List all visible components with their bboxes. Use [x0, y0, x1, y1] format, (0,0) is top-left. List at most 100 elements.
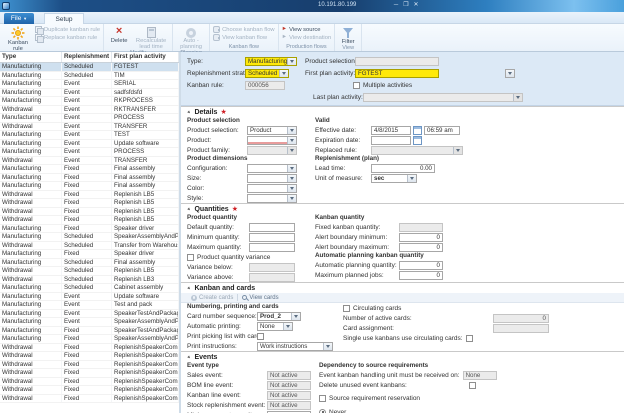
lead-time-input[interactable]: 0.00: [371, 164, 435, 173]
sales-event-value[interactable]: Not active: [267, 371, 311, 380]
first-plan-activity-combo[interactable]: FGTEST: [355, 69, 515, 78]
table-row[interactable]: Manufacturing Event Update software: [0, 140, 179, 149]
effective-time-input[interactable]: 06:59 am: [424, 126, 460, 135]
table-row[interactable]: Manufacturing Event SERIAL: [0, 80, 179, 89]
table-row[interactable]: Withdrawal Fixed ReplenishSpeakerCompone…: [0, 378, 179, 387]
table-row[interactable]: Manufacturing Fixed Final assembly: [0, 174, 179, 183]
chevron-down-icon[interactable]: [287, 127, 296, 134]
chevron-down-icon[interactable]: [283, 323, 292, 330]
table-row[interactable]: Withdrawal Fixed Replenish LB5: [0, 208, 179, 217]
view-destination-button[interactable]: ►View destination: [282, 34, 332, 41]
table-row[interactable]: Withdrawal Event TRANSFER: [0, 123, 179, 132]
table-row[interactable]: Withdrawal Scheduled Replenish LB5: [0, 267, 179, 276]
replace-kanban-rule-button[interactable]: Replace kanban rule: [35, 34, 100, 41]
column-header-replenishment[interactable]: Replenishment st...: [62, 52, 112, 62]
table-row[interactable]: Withdrawal Scheduled Replenish LB3: [0, 276, 179, 285]
table-row[interactable]: Manufacturing Fixed Final assembly: [0, 165, 179, 174]
maximum-quantity-input[interactable]: [249, 243, 295, 252]
close-icon[interactable]: ✕: [412, 1, 420, 9]
effective-date-input[interactable]: 4/8/2015: [371, 126, 411, 135]
single-use-checkbox[interactable]: [466, 335, 473, 342]
replaced-rule-combo[interactable]: [371, 146, 463, 155]
table-row[interactable]: Withdrawal Fixed ReplenishSpeakerCompone…: [0, 344, 179, 353]
unit-of-measure-combo[interactable]: sec: [371, 174, 417, 183]
column-header-first-plan-activity[interactable]: First plan activity: [112, 52, 179, 62]
table-row[interactable]: Manufacturing Event Update software: [0, 293, 179, 302]
table-row[interactable]: Manufacturing Event TEST: [0, 131, 179, 140]
table-row[interactable]: Manufacturing Event SpeakerTestAndPackag…: [0, 310, 179, 319]
number-of-active-cards-input[interactable]: 0: [493, 314, 549, 323]
color-combo[interactable]: [247, 184, 297, 193]
create-cards-button[interactable]: Create cards: [191, 295, 233, 301]
card-assignment-input[interactable]: [493, 324, 549, 333]
tab-file[interactable]: File ▼: [4, 13, 34, 24]
chevron-down-icon[interactable]: [287, 137, 296, 144]
never-radio[interactable]: [319, 409, 326, 413]
choose-kanban-flow-button[interactable]: Choose kanban flow: [213, 26, 275, 33]
table-row[interactable]: Manufacturing Scheduled Cabinet assembly: [0, 284, 179, 293]
default-quantity-input[interactable]: [249, 223, 295, 232]
table-row[interactable]: Withdrawal Fixed ReplenishSpeakerCompone…: [0, 369, 179, 378]
chevron-down-icon[interactable]: [505, 69, 515, 78]
type-combo[interactable]: Manufacturing: [245, 57, 297, 66]
delete-unused-checkbox[interactable]: [469, 382, 476, 389]
automatic-planning-quantity-input[interactable]: 0: [399, 261, 443, 270]
maximum-planned-jobs-input[interactable]: 0: [399, 271, 443, 280]
table-row[interactable]: Manufacturing Event SpeakerAssemblyAndPo…: [0, 318, 179, 327]
table-row[interactable]: Manufacturing Event PROCESS: [0, 114, 179, 123]
print-instructions-combo[interactable]: Work instructions: [257, 342, 333, 351]
alert-boundary-minimum-input[interactable]: 0: [399, 233, 443, 242]
table-row[interactable]: Withdrawal Fixed ReplenishSpeakerCompone…: [0, 352, 179, 361]
table-row[interactable]: Withdrawal Event TRANSFER: [0, 157, 179, 166]
minimum-quantity-input[interactable]: [249, 233, 295, 242]
table-row[interactable]: Manufacturing Fixed SpeakerAssemblyAndPo…: [0, 335, 179, 344]
expiration-date-input[interactable]: [371, 136, 411, 145]
table-row[interactable]: Manufacturing Scheduled SpeakerAssemblyA…: [0, 233, 179, 242]
table-row[interactable]: Withdrawal Event RKTRANSFER: [0, 106, 179, 115]
quantities-section-header[interactable]: Quantities ★: [187, 204, 624, 214]
restore-icon[interactable]: ❐: [402, 1, 410, 9]
calendar-icon[interactable]: [413, 136, 422, 145]
automatic-printing-combo[interactable]: None: [257, 322, 293, 331]
handling-unit-value[interactable]: None: [463, 371, 497, 380]
print-picking-list-checkbox[interactable]: [257, 333, 264, 340]
recalculate-lead-time-button[interactable]: Recalculate lead time: [133, 25, 169, 50]
product-selection-input[interactable]: [355, 57, 439, 66]
chevron-down-icon[interactable]: [323, 343, 332, 350]
kanban-rule-button[interactable]: Kanban rule: [3, 25, 33, 52]
bom-line-event-value[interactable]: Not active: [267, 381, 311, 390]
table-row[interactable]: Manufacturing Fixed Final assembly: [0, 182, 179, 191]
product-combo[interactable]: [247, 136, 297, 145]
details-product-selection-combo[interactable]: Product: [247, 126, 297, 135]
view-source-button[interactable]: ►View source: [282, 26, 332, 33]
replenishment-strategy-combo[interactable]: Scheduled: [245, 69, 289, 78]
source-requirement-reservation-checkbox[interactable]: [319, 395, 326, 402]
chevron-down-icon[interactable]: [287, 58, 296, 65]
calendar-icon[interactable]: [413, 126, 422, 135]
chevron-down-icon[interactable]: [279, 70, 288, 77]
product-quantity-variance-checkbox[interactable]: [187, 254, 194, 261]
table-row[interactable]: Withdrawal Fixed ReplenishSpeakerCompone…: [0, 361, 179, 370]
table-row[interactable]: Manufacturing Scheduled Final assembly: [0, 259, 179, 268]
duplicate-kanban-rule-button[interactable]: Duplicate kanban rule: [35, 26, 100, 33]
kanban-cards-section-header[interactable]: Kanban and cards: [187, 283, 624, 293]
table-row[interactable]: Manufacturing Fixed Speaker driver: [0, 225, 179, 234]
table-row[interactable]: Manufacturing Fixed Speaker driver: [0, 250, 179, 259]
table-row[interactable]: Manufacturing Event sadfsfdsfd: [0, 89, 179, 98]
last-plan-activity-combo[interactable]: [363, 93, 523, 102]
delete-button[interactable]: × Delete: [107, 25, 131, 44]
product-family-combo[interactable]: [247, 146, 297, 155]
auto-planning-button[interactable]: Auto - planning: [176, 25, 206, 50]
alert-boundary-maximum-input[interactable]: 0: [399, 243, 443, 252]
chevron-down-icon[interactable]: [287, 175, 296, 182]
fixed-kanban-quantity-input[interactable]: [399, 223, 443, 232]
column-header-type[interactable]: Type: [0, 52, 62, 62]
view-kanban-flow-button[interactable]: View kanban flow: [213, 34, 275, 41]
chevron-down-icon[interactable]: [287, 195, 296, 202]
card-number-sequence-combo[interactable]: Prod_2: [257, 312, 301, 321]
table-row[interactable]: Manufacturing Fixed SpeakerTestAndPackag…: [0, 327, 179, 336]
table-row[interactable]: Withdrawal Scheduled Transfer from Wareh…: [0, 242, 179, 251]
chevron-down-icon[interactable]: [287, 185, 296, 192]
minimize-icon[interactable]: ─: [392, 1, 400, 9]
details-section-header[interactable]: Details ★: [187, 107, 624, 117]
